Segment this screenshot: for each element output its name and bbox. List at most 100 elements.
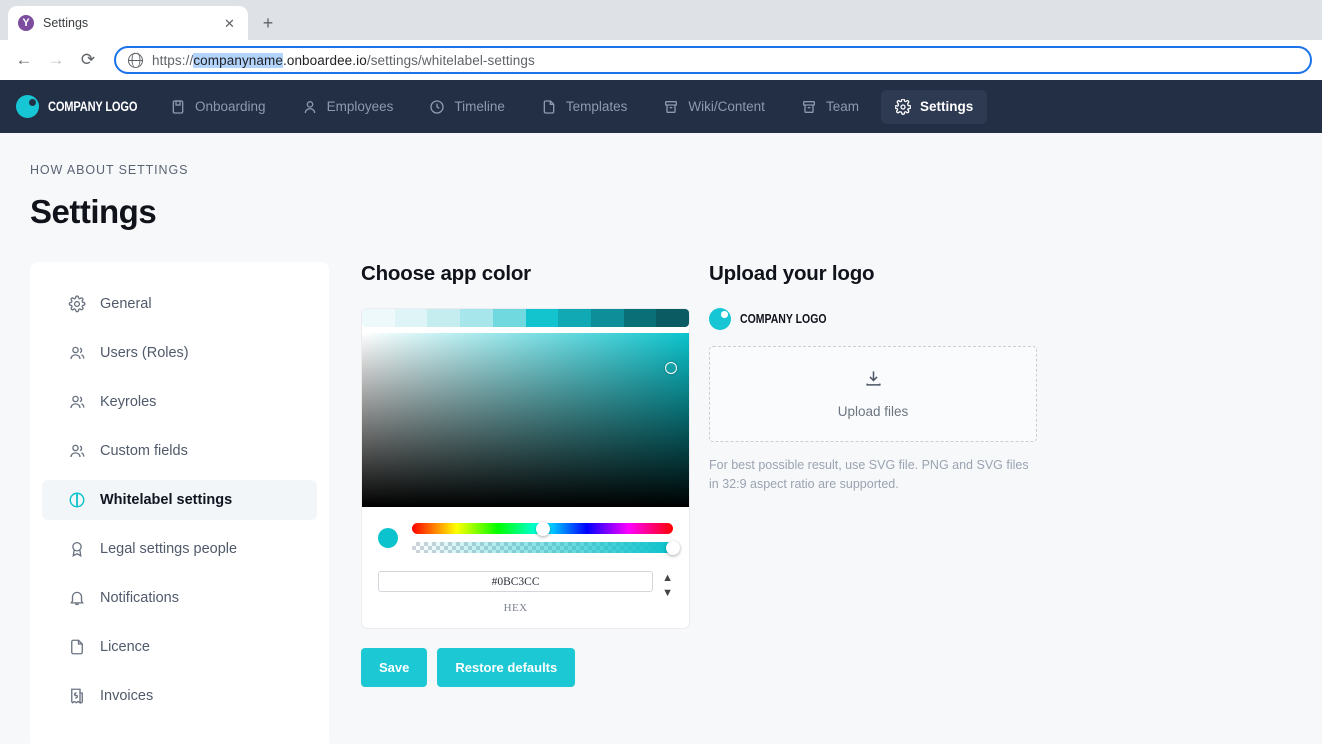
nav-item-wiki-content[interactable]: Wiki/Content	[649, 90, 779, 124]
color-swatch[interactable]	[394, 309, 428, 327]
nav-item-settings[interactable]: Settings	[880, 89, 988, 124]
hue-slider-handle[interactable]	[535, 521, 550, 536]
chevron-up-icon[interactable]: ▲	[662, 572, 673, 584]
browser-tab[interactable]: Y Settings ✕	[8, 6, 248, 40]
nav-item-templates[interactable]: Templates	[527, 90, 642, 124]
new-tab-button[interactable]: +	[254, 9, 282, 37]
hex-stepper[interactable]: ▲ ▼	[662, 572, 673, 599]
file-icon	[541, 99, 557, 115]
nav-label: Team	[825, 99, 859, 114]
chevron-down-icon[interactable]: ▼	[662, 587, 673, 599]
alpha-slider-handle[interactable]	[666, 540, 680, 555]
close-icon[interactable]: ✕	[221, 15, 238, 32]
nav-item-employees[interactable]: Employees	[288, 90, 408, 124]
nav-label: Wiki/Content	[688, 99, 765, 114]
gear-icon	[68, 295, 86, 313]
color-swatch[interactable]	[362, 309, 395, 327]
sidebar-item-label: Invoices	[100, 688, 154, 704]
upload-hint: For best possible result, use SVG file. …	[709, 458, 1029, 492]
sidebar-item-label: Licence	[100, 639, 150, 655]
sidebar-item-label: Whitelabel settings	[100, 492, 233, 508]
color-panel-title: Choose app color	[361, 262, 531, 285]
users-icon	[68, 442, 86, 460]
alpha-slider[interactable]	[412, 540, 680, 555]
tab-title: Settings	[43, 16, 89, 30]
users-icon	[68, 393, 86, 411]
file-icon	[68, 638, 86, 656]
color-swatch[interactable]	[492, 309, 526, 327]
sidebar-item-licence[interactable]: Licence	[42, 627, 317, 667]
color-swatch[interactable]	[460, 309, 493, 327]
url-text: https://companyname.onboardee.io/setting…	[152, 52, 535, 68]
logo-preview: COMPANY LOGO	[709, 308, 1039, 330]
brand[interactable]: COMPANY LOGO	[16, 95, 156, 118]
users-icon	[68, 344, 86, 362]
restore-defaults-button[interactable]: Restore defaults	[437, 648, 576, 687]
sidebar-item-legal-settings-people[interactable]: Legal settings people	[42, 529, 317, 569]
nav-item-onboarding[interactable]: Onboarding	[156, 90, 280, 124]
nav-label: Employees	[326, 99, 394, 114]
sidebar-item-invoices[interactable]: Invoices	[42, 676, 317, 716]
color-swatch-strip[interactable]	[362, 309, 689, 327]
sidebar-item-users-roles[interactable]: Users (Roles)	[42, 333, 317, 373]
sidebar-item-general[interactable]: General	[42, 284, 317, 324]
download-icon	[864, 369, 883, 393]
sidebar-item-label: General	[100, 296, 152, 312]
reload-icon[interactable]: ⟳	[74, 46, 102, 74]
color-swatch[interactable]	[590, 309, 624, 327]
hex-field-wrap: HEX	[378, 571, 654, 614]
save-button[interactable]: Save	[361, 648, 428, 687]
color-swatch[interactable]	[525, 309, 559, 327]
saturation-value-handle[interactable]	[665, 361, 677, 374]
saturation-value-area[interactable]	[362, 333, 689, 507]
app-navbar: COMPANY LOGO Onboarding Employees Timeli…	[0, 80, 1322, 133]
nav-label: Settings	[919, 99, 974, 114]
page-header: HOW ABOUT SETTINGS Settings	[0, 133, 1322, 231]
gear-icon	[894, 98, 911, 115]
purple-y-favicon: Y	[18, 15, 34, 31]
color-swatch[interactable]	[656, 309, 689, 327]
url-path: /settings/whitelabel-settings	[366, 52, 535, 68]
url-selected-host: companyname	[193, 52, 283, 68]
form-actions: Save Restore defaults	[361, 648, 691, 687]
bell-icon	[68, 589, 86, 607]
upload-panel: Upload your logo COMPANY LOGO Upload fil…	[709, 262, 1039, 744]
browser-chrome: Y Settings ✕ + ← → ⟳ https://companyname…	[0, 0, 1322, 80]
forward-arrow-icon[interactable]: →	[42, 46, 70, 74]
nav-item-team[interactable]: Team	[787, 90, 873, 124]
settings-sidebar: General Users (Roles) Keyroles Custom fi…	[30, 262, 329, 744]
sidebar-item-custom-fields[interactable]: Custom fields	[42, 431, 317, 471]
nav-label: Timeline	[454, 99, 505, 114]
back-arrow-icon[interactable]: ←	[10, 46, 38, 74]
color-preview-dot	[378, 528, 398, 548]
hue-slider[interactable]	[412, 521, 673, 536]
user-icon	[302, 99, 318, 115]
page-body: HOW ABOUT SETTINGS Settings General User…	[0, 133, 1322, 744]
invoice-icon	[68, 687, 86, 705]
hex-row: HEX ▲ ▼	[362, 553, 689, 614]
color-swatch[interactable]	[427, 309, 461, 327]
color-picker: HEX ▲ ▼	[361, 308, 690, 629]
sidebar-item-label: Notifications	[100, 590, 179, 606]
sliders	[412, 521, 680, 555]
archive-icon	[801, 99, 817, 115]
color-swatch[interactable]	[558, 309, 591, 327]
address-bar[interactable]: https://companyname.onboardee.io/setting…	[114, 46, 1312, 74]
color-panel: Choose app color #0BC3CC HEX ▲ ▼ Save Re…	[361, 262, 691, 744]
sidebar-item-label: Custom fields	[100, 443, 188, 459]
sidebar-item-notifications[interactable]: Notifications	[42, 578, 317, 618]
sidebar-item-label: Legal settings people	[100, 541, 238, 557]
sidebar-item-label: Users (Roles)	[100, 345, 189, 361]
color-swatch[interactable]	[623, 309, 657, 327]
logo-preview-label: COMPANY LOGO	[740, 312, 827, 326]
sidebar-item-keyroles[interactable]: Keyroles	[42, 382, 317, 422]
hex-input[interactable]	[378, 571, 654, 592]
dropzone-label: Upload files	[837, 404, 909, 419]
browser-toolbar: ← → ⟳ https://companyname.onboardee.io/s…	[0, 40, 1322, 80]
upload-dropzone[interactable]: Upload files	[709, 346, 1037, 442]
url-host-rest: .onboardee.io	[282, 52, 367, 68]
slider-row	[362, 507, 689, 555]
contrast-icon	[68, 491, 86, 509]
nav-item-timeline[interactable]: Timeline	[415, 90, 519, 124]
sidebar-item-whitelabel-settings[interactable]: Whitelabel settings	[42, 480, 317, 520]
